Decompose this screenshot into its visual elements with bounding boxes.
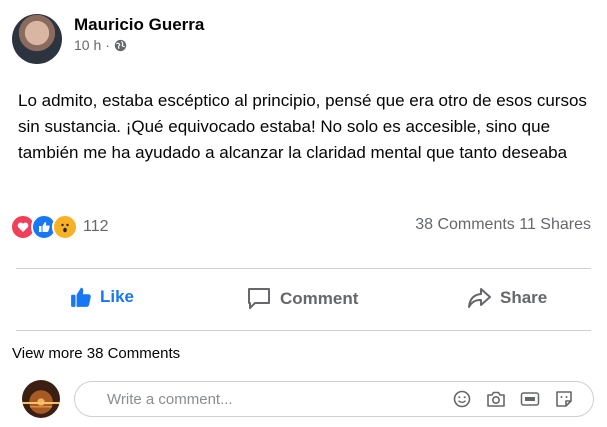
engagement-counts: 38 Comments 11 Shares [415,216,591,234]
emoji-icon[interactable] [451,388,473,410]
like-label: Like [100,287,135,306]
post-text: Lo admito, estaba escéptico al principio… [18,91,587,162]
post-time[interactable]: 10 h [74,37,101,53]
comment-input-tools [451,388,575,410]
divider-bottom [16,330,591,331]
gif-icon[interactable] [519,388,541,410]
wow-reaction-icon [52,214,78,240]
share-button[interactable]: Share [466,286,547,310]
author-avatar[interactable] [12,14,62,64]
reaction-count[interactable]: 112 [83,218,109,236]
author-name[interactable]: Mauricio Guerra [74,15,204,35]
comment-icon [248,288,270,309]
share-label: Share [500,288,548,307]
view-more-comments[interactable]: View more 38 Comments [12,345,180,362]
divider-top [16,268,591,269]
globe-icon[interactable] [114,39,127,52]
current-user-avatar[interactable] [22,380,60,418]
like-button[interactable]: Like [70,286,134,308]
comment-input-box [74,381,594,417]
comment-input[interactable] [105,389,451,409]
meta-separator: · [105,37,110,53]
shares-count[interactable]: 11 Shares [519,216,591,233]
camera-icon[interactable] [485,388,507,410]
post-meta: 10 h · [74,37,127,53]
reactions-summary[interactable]: 112 [10,214,109,240]
comment-label: Comment [280,289,359,308]
sticker-icon[interactable] [553,388,575,410]
thumbs-up-icon [71,287,91,307]
comment-button[interactable]: Comment [246,286,358,312]
comments-count[interactable]: 38 Comments [415,216,515,233]
share-icon [468,288,491,308]
post-actions: Like Comment Share [0,276,607,328]
